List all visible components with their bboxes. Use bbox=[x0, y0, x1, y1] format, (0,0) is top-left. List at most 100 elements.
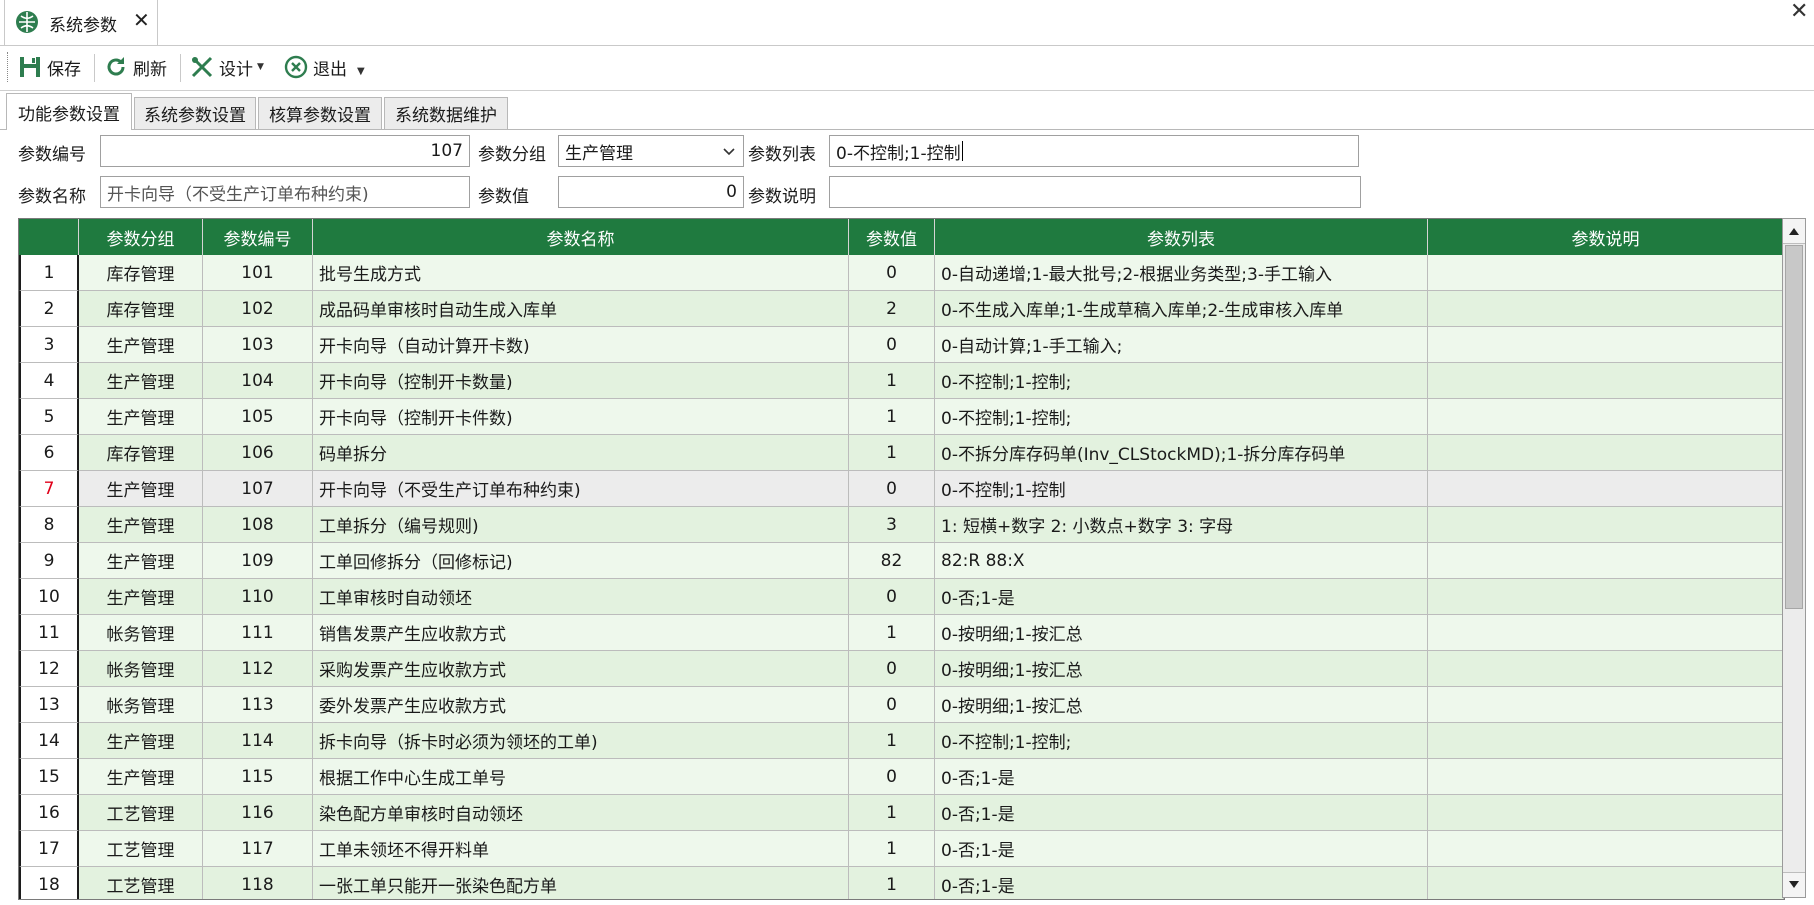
cell-value[interactable]: 1 bbox=[849, 795, 935, 831]
cell-list[interactable]: 0-否;1-是 bbox=[935, 795, 1428, 831]
param-desc-input[interactable] bbox=[829, 176, 1361, 208]
grid-vertical-scrollbar[interactable] bbox=[1782, 218, 1806, 898]
cell-desc[interactable] bbox=[1428, 723, 1784, 759]
param-no-input[interactable]: 107 bbox=[100, 135, 470, 167]
cell-group[interactable]: 生产管理 bbox=[79, 723, 203, 759]
cell-group[interactable]: 生产管理 bbox=[79, 399, 203, 435]
cell-name[interactable]: 开卡向导（自动计算开卡数) bbox=[313, 327, 849, 363]
cell-value[interactable]: 0 bbox=[849, 651, 935, 687]
cell-group[interactable]: 工艺管理 bbox=[79, 831, 203, 867]
cell-group[interactable]: 库存管理 bbox=[79, 435, 203, 471]
cell-name[interactable]: 委外发票产生应收款方式 bbox=[313, 687, 849, 723]
cell-group[interactable]: 生产管理 bbox=[79, 363, 203, 399]
table-row[interactable]: 1 库存管理 101 批号生成方式 0 0-自动递增;1-最大批号;2-根据业务类型;3-… bbox=[19, 255, 1784, 291]
cell-desc[interactable] bbox=[1428, 831, 1784, 867]
row-number[interactable]: 1 bbox=[19, 255, 79, 291]
toolbar-grip[interactable] bbox=[7, 52, 11, 82]
cell-name[interactable]: 成品码单审核时自动生成入库单 bbox=[313, 291, 849, 327]
row-number[interactable]: 9 bbox=[19, 543, 79, 579]
cell-code[interactable]: 112 bbox=[203, 651, 313, 687]
cell-name[interactable]: 工单拆分（编号规则) bbox=[313, 507, 849, 543]
scroll-down-icon[interactable] bbox=[1783, 872, 1805, 897]
cell-code[interactable]: 103 bbox=[203, 327, 313, 363]
cell-value[interactable]: 1 bbox=[849, 435, 935, 471]
cell-desc[interactable] bbox=[1428, 399, 1784, 435]
cell-code[interactable]: 105 bbox=[203, 399, 313, 435]
cell-name[interactable]: 开卡向导（控制开卡数量) bbox=[313, 363, 849, 399]
cell-code[interactable]: 102 bbox=[203, 291, 313, 327]
cell-value[interactable]: 0 bbox=[849, 471, 935, 507]
cell-name[interactable]: 工单回修拆分（回修标记) bbox=[313, 543, 849, 579]
cell-code[interactable]: 107 bbox=[203, 471, 313, 507]
table-row[interactable]: 16 工艺管理 116 染色配方单审核时自动领坯 1 0-否;1-是 bbox=[19, 795, 1784, 831]
cell-group[interactable]: 帐务管理 bbox=[79, 651, 203, 687]
table-row[interactable]: 12 帐务管理 112 采购发票产生应收款方式 0 0-按明细;1-按汇总 bbox=[19, 651, 1784, 687]
row-number[interactable]: 6 bbox=[19, 435, 79, 471]
table-row[interactable]: 13 帐务管理 113 委外发票产生应收款方式 0 0-按明细;1-按汇总 bbox=[19, 687, 1784, 723]
cell-value[interactable]: 3 bbox=[849, 507, 935, 543]
row-number[interactable]: 2 bbox=[19, 291, 79, 327]
cell-group[interactable]: 生产管理 bbox=[79, 471, 203, 507]
table-row[interactable]: 7 生产管理 107 开卡向导（不受生产订单布种约束) 0 0-不控制;1-控制 bbox=[19, 471, 1784, 507]
cell-name[interactable]: 开卡向导（控制开卡件数) bbox=[313, 399, 849, 435]
cell-code[interactable]: 110 bbox=[203, 579, 313, 615]
cell-group[interactable]: 生产管理 bbox=[79, 759, 203, 795]
cell-name[interactable]: 采购发票产生应收款方式 bbox=[313, 651, 849, 687]
row-number[interactable]: 12 bbox=[19, 651, 79, 687]
cell-name[interactable]: 码单拆分 bbox=[313, 435, 849, 471]
cell-list[interactable]: 0-否;1-是 bbox=[935, 759, 1428, 795]
cell-list[interactable]: 1: 短横+数字 2: 小数点+数字 3: 字母 bbox=[935, 507, 1428, 543]
row-number[interactable]: 18 bbox=[19, 867, 79, 899]
cell-list[interactable]: 0-按明细;1-按汇总 bbox=[935, 687, 1428, 723]
cell-value[interactable]: 0 bbox=[849, 687, 935, 723]
cell-value[interactable]: 0 bbox=[849, 327, 935, 363]
header-name[interactable]: 参数名称 bbox=[313, 219, 849, 255]
cell-code[interactable]: 104 bbox=[203, 363, 313, 399]
cell-name[interactable]: 销售发票产生应收款方式 bbox=[313, 615, 849, 651]
param-group-select[interactable]: 生产管理 bbox=[558, 135, 744, 167]
table-row[interactable]: 18 工艺管理 118 一张工单只能开一张染色配方单 1 0-否;1-是 bbox=[19, 867, 1784, 899]
cell-name[interactable]: 一张工单只能开一张染色配方单 bbox=[313, 867, 849, 899]
row-number[interactable]: 10 bbox=[19, 579, 79, 615]
cell-value[interactable]: 1 bbox=[849, 831, 935, 867]
design-dropdown-button[interactable]: 设计 ▼ bbox=[190, 51, 264, 83]
cell-list[interactable]: 0-不拆分库存码单(Inv_CLStockMD);1-拆分库存码单 bbox=[935, 435, 1428, 471]
cell-list[interactable]: 0-按明细;1-按汇总 bbox=[935, 615, 1428, 651]
cell-group[interactable]: 帐务管理 bbox=[79, 687, 203, 723]
cell-name[interactable]: 开卡向导（不受生产订单布种约束) bbox=[313, 471, 849, 507]
param-list-input[interactable]: 0-不控制;1-控制 bbox=[829, 135, 1359, 167]
cell-value[interactable]: 0 bbox=[849, 759, 935, 795]
doc-tab-system-params[interactable]: 系统参数 ✕ bbox=[4, 0, 158, 45]
cell-list[interactable]: 0-不控制;1-控制 bbox=[935, 471, 1428, 507]
cell-list[interactable]: 0-按明细;1-按汇总 bbox=[935, 651, 1428, 687]
param-value-input[interactable]: 0 bbox=[558, 176, 744, 208]
header-group[interactable]: 参数分组 bbox=[79, 219, 203, 255]
cell-list[interactable]: 0-不生成入库单;1-生成草稿入库单;2-生成审核入库单 bbox=[935, 291, 1428, 327]
cell-name[interactable]: 拆卡向导（拆卡时必须为领坯的工单) bbox=[313, 723, 849, 759]
row-number[interactable]: 17 bbox=[19, 831, 79, 867]
cell-list[interactable]: 0-自动递增;1-最大批号;2-根据业务类型;3-手工输入 bbox=[935, 255, 1428, 291]
table-row[interactable]: 14 生产管理 114 拆卡向导（拆卡时必须为领坯的工单) 1 0-不控制;1-控制; bbox=[19, 723, 1784, 759]
cell-group[interactable]: 生产管理 bbox=[79, 579, 203, 615]
cell-value[interactable]: 1 bbox=[849, 363, 935, 399]
table-row[interactable]: 9 生产管理 109 工单回修拆分（回修标记) 82 82:R 88:X bbox=[19, 543, 1784, 579]
cell-code[interactable]: 116 bbox=[203, 795, 313, 831]
cell-name[interactable]: 根据工作中心生成工单号 bbox=[313, 759, 849, 795]
cell-group[interactable]: 帐务管理 bbox=[79, 615, 203, 651]
toolbar-overflow-icon[interactable]: ▼ bbox=[357, 66, 365, 77]
table-row[interactable]: 6 库存管理 106 码单拆分 1 0-不拆分库存码单(Inv_CLStockMD);1-… bbox=[19, 435, 1784, 471]
table-row[interactable]: 5 生产管理 105 开卡向导（控制开卡件数) 1 0-不控制;1-控制; bbox=[19, 399, 1784, 435]
table-row[interactable]: 15 生产管理 115 根据工作中心生成工单号 0 0-否;1-是 bbox=[19, 759, 1784, 795]
cell-list[interactable]: 0-否;1-是 bbox=[935, 867, 1428, 899]
cell-desc[interactable] bbox=[1428, 327, 1784, 363]
row-number[interactable]: 8 bbox=[19, 507, 79, 543]
table-row[interactable]: 10 生产管理 110 工单审核时自动领坯 0 0-否;1-是 bbox=[19, 579, 1784, 615]
cell-list[interactable]: 82:R 88:X bbox=[935, 543, 1428, 579]
cell-list[interactable]: 0-否;1-是 bbox=[935, 831, 1428, 867]
table-row[interactable]: 11 帐务管理 111 销售发票产生应收款方式 1 0-按明细;1-按汇总 bbox=[19, 615, 1784, 651]
table-row[interactable]: 8 生产管理 108 工单拆分（编号规则) 3 1: 短横+数字 2: 小数点+数字 3:… bbox=[19, 507, 1784, 543]
row-number[interactable]: 13 bbox=[19, 687, 79, 723]
cell-name[interactable]: 工单审核时自动领坯 bbox=[313, 579, 849, 615]
cell-desc[interactable] bbox=[1428, 759, 1784, 795]
header-rownum[interactable] bbox=[19, 219, 79, 255]
